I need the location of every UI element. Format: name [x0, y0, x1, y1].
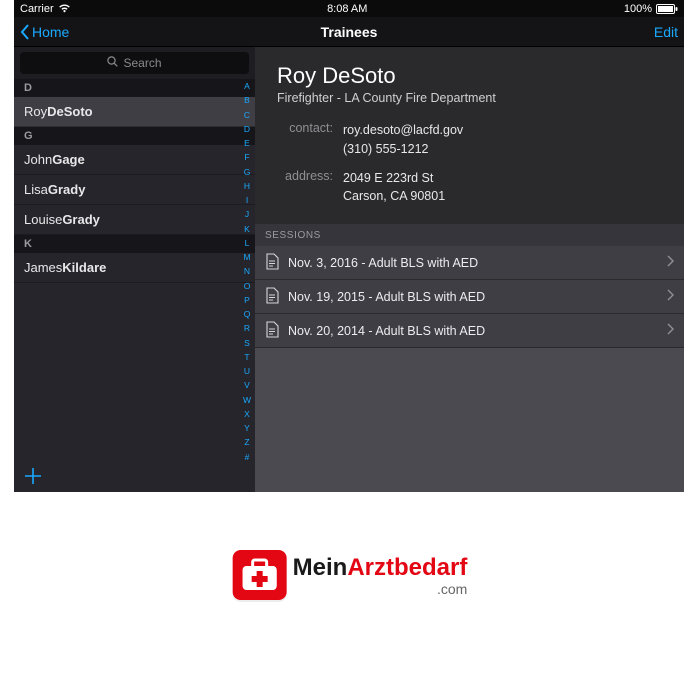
session-row[interactable]: Nov. 19, 2015 - Adult BLS with AED [255, 280, 684, 314]
address-line1: 2049 E 223rd St [343, 169, 445, 188]
search-icon [107, 56, 118, 70]
alpha-index-bar[interactable]: ABCDEFGHIJKLMNOPQRSTUVWXYZ # [241, 80, 253, 464]
index-letter[interactable]: C [244, 109, 250, 122]
trainee-name: Roy DeSoto [277, 63, 662, 89]
sessions-list: Nov. 3, 2016 - Adult BLS with AED Nov. 19… [255, 246, 684, 348]
chevron-right-icon [667, 255, 674, 270]
edit-button[interactable]: Edit [654, 24, 678, 40]
battery-icon [656, 4, 678, 14]
add-button[interactable] [14, 459, 255, 492]
vendor-tld: .com [293, 581, 468, 597]
index-letter[interactable]: Y [244, 422, 250, 435]
session-row[interactable]: Nov. 3, 2016 - Adult BLS with AED [255, 246, 684, 280]
index-letter[interactable]: D [244, 123, 250, 136]
contact-label: contact: [277, 121, 333, 159]
search-placeholder: Search [123, 56, 161, 70]
clock-label: 8:08 AM [327, 3, 367, 15]
index-letter[interactable]: K [244, 223, 250, 236]
index-letter[interactable]: Z [244, 436, 249, 449]
index-letter[interactable]: P [244, 294, 250, 307]
list-item[interactable]: Lisa Grady [14, 175, 255, 205]
battery-percent: 100% [624, 3, 652, 15]
list-item[interactable]: John Gage [14, 145, 255, 175]
carrier-label: Carrier [20, 3, 54, 15]
session-row[interactable]: Nov. 20, 2014 - Adult BLS with AED [255, 314, 684, 348]
detail-pane: Roy DeSoto Firefighter - LA County Fire … [255, 47, 684, 492]
index-letter[interactable]: G [244, 166, 251, 179]
index-letter[interactable]: S [244, 337, 250, 350]
index-letter[interactable]: L [245, 237, 250, 250]
chevron-right-icon [667, 323, 674, 338]
chevron-right-icon [667, 289, 674, 304]
session-label: Nov. 19, 2015 - Adult BLS with AED [288, 290, 485, 304]
search-input[interactable]: Search [20, 52, 249, 74]
list-item[interactable]: James Kildare [14, 253, 255, 283]
wifi-icon [58, 4, 71, 13]
index-letter[interactable]: I [246, 194, 248, 207]
index-letter[interactable]: O [244, 280, 251, 293]
vendor-logo: MeinArztbedarf .com [233, 550, 468, 600]
page-title: Trainees [321, 24, 378, 40]
index-letter[interactable]: R [244, 322, 250, 335]
contact-email: roy.desoto@lacfd.gov [343, 121, 463, 140]
back-label: Home [32, 24, 69, 40]
document-icon [265, 287, 279, 307]
contact-phone: (310) 555-1212 [343, 140, 463, 159]
index-letter[interactable]: W [243, 394, 251, 407]
section-header: G [14, 127, 255, 145]
index-letter[interactable]: V [244, 379, 250, 392]
search-wrap: Search [14, 47, 255, 79]
trainee-role: Firefighter - LA County Fire Department [277, 91, 662, 105]
sessions-header: SESSIONS [255, 224, 684, 246]
index-letter[interactable]: J [245, 208, 249, 221]
index-letter[interactable]: A [244, 80, 250, 93]
index-letter[interactable]: F [244, 151, 249, 164]
empty-area [255, 348, 684, 492]
address-row: address: 2049 E 223rd St Carson, CA 9080… [277, 169, 662, 207]
index-letter[interactable]: N [244, 265, 250, 278]
index-letter[interactable]: X [244, 408, 250, 421]
status-bar: Carrier 8:08 AM 100% [14, 0, 684, 17]
detail-header: Roy DeSoto Firefighter - LA County Fire … [255, 47, 684, 224]
address-line2: Carson, CA 90801 [343, 187, 445, 206]
trainee-list[interactable]: DRoy DeSotoGJohn GageLisa GradyLouise Gr… [14, 79, 255, 283]
product-image-frame: Carrier 8:08 AM 100% Home Trainees [0, 0, 700, 700]
back-button[interactable]: Home [20, 24, 69, 40]
first-aid-kit-icon [233, 550, 287, 600]
address-label: address: [277, 169, 333, 207]
index-letter[interactable]: T [244, 351, 249, 364]
trainee-list-sidebar: Search DRoy DeSotoGJohn GageLisa GradyLo… [14, 47, 255, 492]
index-letter[interactable]: # [245, 451, 250, 464]
session-label: Nov. 3, 2016 - Adult BLS with AED [288, 256, 478, 270]
contact-row: contact: roy.desoto@lacfd.gov (310) 555-… [277, 121, 662, 159]
split-content: Search DRoy DeSotoGJohn GageLisa GradyLo… [14, 47, 684, 492]
index-letter[interactable]: H [244, 180, 250, 193]
index-letter[interactable]: M [243, 251, 250, 264]
document-icon [265, 321, 279, 341]
chevron-left-icon [20, 24, 30, 40]
vendor-name: MeinArztbedarf [293, 554, 468, 582]
plus-icon [23, 466, 43, 486]
index-letter[interactable]: E [244, 137, 250, 150]
index-letter[interactable]: Q [244, 308, 251, 321]
list-item[interactable]: Louise Grady [14, 205, 255, 235]
tablet-screenshot: Carrier 8:08 AM 100% Home Trainees [14, 0, 684, 492]
section-header: K [14, 235, 255, 253]
nav-bar: Home Trainees Edit [14, 17, 684, 47]
section-header: D [14, 79, 255, 97]
index-letter[interactable]: U [244, 365, 250, 378]
index-letter[interactable]: B [244, 94, 250, 107]
list-item[interactable]: Roy DeSoto [14, 97, 255, 127]
document-icon [265, 253, 279, 273]
session-label: Nov. 20, 2014 - Adult BLS with AED [288, 324, 485, 338]
